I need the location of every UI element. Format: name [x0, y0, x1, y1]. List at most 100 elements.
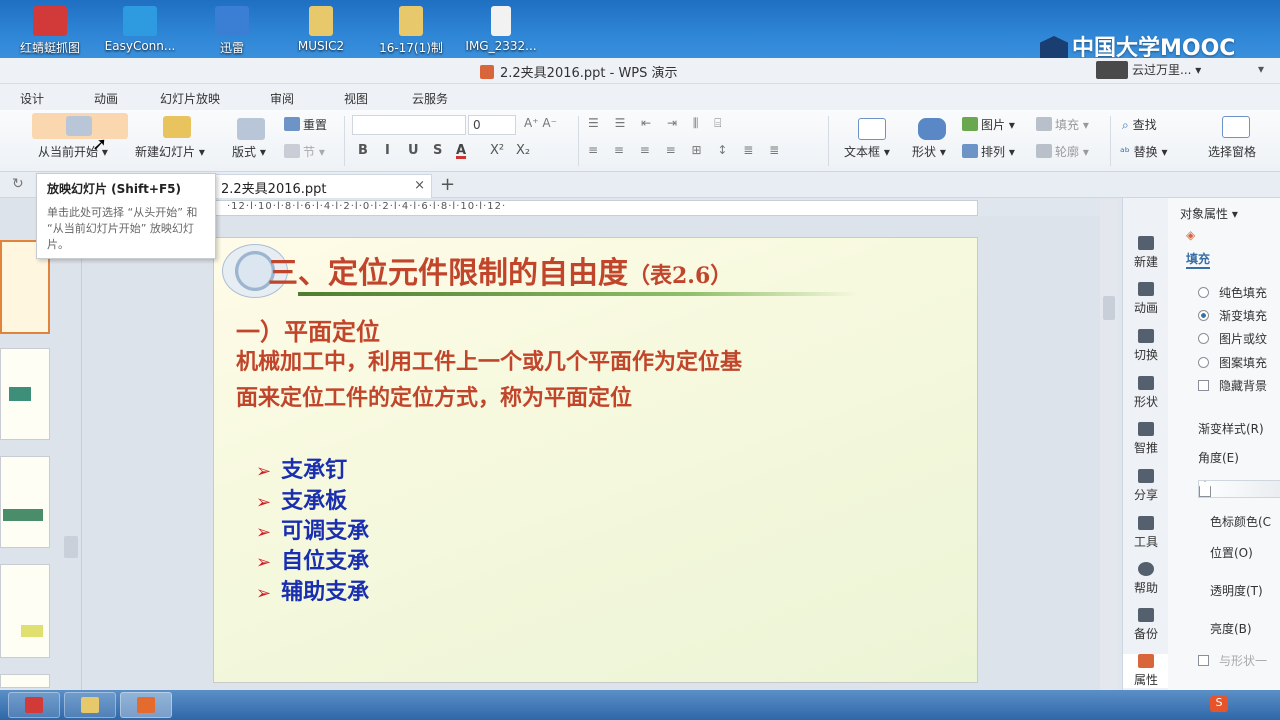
bullet-item[interactable]: ➢ 支承钉 [256, 452, 347, 484]
option-label: 与形状一 [1219, 654, 1268, 668]
close-tab-icon[interactable]: × [414, 178, 425, 193]
arrange-button[interactable]: 排列 ▾ [962, 143, 1015, 160]
option-picture-fill[interactable]: 图片或纹 [1198, 330, 1267, 347]
bullet-item[interactable]: ➢ 支承板 [256, 483, 347, 515]
menu-design[interactable]: 设计 [20, 90, 44, 107]
bold-button[interactable]: B [358, 143, 368, 158]
taskbar-wps[interactable] [120, 692, 172, 718]
superscript-button[interactable]: X² [490, 143, 504, 158]
align-buttons[interactable]: ≡ ≡ ≡ ≡ ⊞ ↕ ≣ ≣ [588, 143, 785, 157]
gradient-slider[interactable] [1198, 480, 1280, 498]
menu-cloud[interactable]: 云服务 [412, 90, 448, 107]
slideshow-button[interactable] [32, 113, 128, 139]
slide-thumbnail[interactable] [0, 564, 50, 658]
lightbulb-icon [1138, 422, 1154, 436]
picture-button[interactable]: 图片 ▾ [962, 116, 1015, 133]
desktop-icon-folder-1617[interactable]: 16-17(1)制 [366, 4, 456, 56]
bullet-text: 自位支承 [281, 549, 370, 574]
taskbar-explorer[interactable] [64, 692, 116, 718]
hide-background-checkbox[interactable]: 隐藏背景 [1198, 377, 1267, 394]
select-pane-button[interactable]: 选择窗格 [1208, 143, 1256, 160]
list-buttons[interactable]: ☰ ☰ ⇤ ⇥ ⫼ ⌸ [588, 116, 727, 131]
layout-button[interactable]: 版式 ▾ [232, 143, 266, 160]
slide-title[interactable]: 三、定位元件限制的自由度（表2.6） [268, 248, 732, 292]
menu-slideshow[interactable]: 幻灯片放映 [160, 90, 220, 107]
slider-handle-icon[interactable] [1199, 481, 1211, 497]
side-properties-button[interactable]: 属性 [1123, 654, 1169, 688]
bullet-item[interactable]: ➢ 可调支承 [256, 513, 369, 545]
slide-body-line[interactable]: 面来定位工件的定位方式，称为平面定位 [236, 380, 632, 412]
menu-review[interactable]: 审阅 [270, 90, 294, 107]
slideshow-tooltip: 放映幻灯片 (Shift+F5) 单击此处可选择 “从头开始” 和 “从当前幻灯… [36, 173, 216, 259]
desktop-icon-label: 红蜻蜓抓图 [19, 41, 80, 55]
underline-button[interactable]: U [408, 143, 419, 158]
font-name-select[interactable] [352, 115, 466, 135]
side-share-button[interactable]: 分享 [1123, 469, 1169, 503]
side-recommend-button[interactable]: 智推 [1123, 422, 1169, 456]
picture-icon [962, 117, 978, 131]
user-account[interactable]: 云过万里... ▾ [1096, 61, 1246, 81]
menu-view[interactable]: 视图 [344, 90, 368, 107]
side-label: 备份 [1133, 627, 1158, 641]
desktop-icon-xunlei[interactable]: 迅雷 [187, 4, 277, 56]
slide-subheading[interactable]: 一）平面定位 [236, 312, 380, 347]
file-icon [491, 6, 511, 36]
option-pattern-fill[interactable]: 图案填充 [1198, 354, 1267, 371]
desktop-icon-img2332[interactable]: IMG_2332... [456, 4, 546, 56]
option-label: 图案填充 [1219, 356, 1268, 370]
subscript-button[interactable]: X₂ [516, 143, 530, 158]
slide-thumbnail[interactable] [0, 456, 50, 548]
slide-thumbnail[interactable] [0, 674, 50, 688]
window-menu-icon[interactable]: ▾ [1258, 62, 1264, 76]
outline-button[interactable]: 轮廓 ▾ [1036, 143, 1089, 160]
slide[interactable]: 三、定位元件限制的自由度（表2.6） 一）平面定位 机械加工中，利用工件上一个或… [213, 237, 978, 683]
bullet-item[interactable]: ➢ 自位支承 [256, 543, 369, 575]
italic-button[interactable]: I [385, 143, 390, 158]
side-new-button[interactable]: 新建 [1123, 236, 1169, 270]
replace-icon: ᵃᵇ [1120, 145, 1130, 159]
desktop-icon-easyconnect[interactable]: EasyConn... [95, 4, 185, 56]
strike-button[interactable]: S [433, 143, 442, 158]
fill-button[interactable]: 填充 ▾ [1036, 116, 1089, 133]
document-tab[interactable]: 2.2夹具2016.ppt × [214, 174, 432, 198]
props-header[interactable]: 对象属性 ▾ [1180, 205, 1238, 222]
ime-icon[interactable]: S [1210, 696, 1228, 712]
layout-icon [237, 118, 265, 140]
font-size-select[interactable]: 0 [468, 115, 516, 135]
desktop-icon-music2[interactable]: MUSIC2 [276, 4, 366, 56]
side-help-button[interactable]: 帮助 [1123, 562, 1169, 596]
grow-font-icon[interactable]: A⁺ A⁻ [524, 116, 557, 130]
thumbnail-scrollbar[interactable] [64, 536, 78, 558]
chevron-down-icon: ▾ [883, 145, 890, 159]
font-color-button[interactable]: A [456, 143, 466, 158]
slide-body-line[interactable]: 机械加工中，利用工件上一个或几个平面作为定位基 [236, 344, 742, 376]
taskbar-app-1[interactable] [8, 692, 60, 718]
with-shape-checkbox[interactable]: 与形状一 [1198, 652, 1267, 669]
side-tools-button[interactable]: 工具 [1123, 516, 1169, 550]
bullet-item[interactable]: ➢ 辅助支承 [256, 574, 369, 606]
side-backup-button[interactable]: 备份 [1123, 608, 1169, 642]
desktop-icon-hongqingting[interactable]: 红蜻蜓抓图 [5, 4, 95, 56]
new-tab-button[interactable]: + [440, 174, 455, 195]
menu-animation[interactable]: 动画 [94, 90, 118, 107]
shape-button[interactable]: 形状 ▾ [912, 143, 946, 160]
vertical-scrollbar[interactable] [1100, 200, 1118, 690]
option-solid-fill[interactable]: 纯色填充 [1198, 284, 1267, 301]
section-button[interactable]: 节 ▾ [284, 143, 325, 160]
option-gradient-fill[interactable]: 渐变填充 [1198, 307, 1267, 324]
replace-button[interactable]: ᵃᵇ 替换 ▾ [1120, 143, 1168, 160]
reset-button[interactable]: 重置 [284, 116, 327, 133]
scrollbar-thumb[interactable] [1103, 296, 1115, 320]
redo-icon[interactable]: ↻ [12, 176, 24, 192]
radio-button [1198, 287, 1209, 298]
bullet-text: 可调支承 [281, 519, 370, 544]
side-animation-button[interactable]: 动画 [1123, 282, 1169, 316]
tab-fill[interactable]: 填充 [1186, 250, 1211, 269]
find-button[interactable]: ⌕ 查找 [1122, 116, 1157, 133]
find-label: 查找 [1132, 118, 1157, 132]
side-transition-button[interactable]: 切换 [1123, 329, 1169, 363]
side-shape-button[interactable]: 形状 [1123, 376, 1169, 410]
textbox-button[interactable]: 文本框 ▾ [844, 143, 890, 160]
new-slide-button[interactable]: 新建幻灯片 ▾ [135, 143, 205, 160]
slide-thumbnail[interactable] [0, 348, 50, 440]
